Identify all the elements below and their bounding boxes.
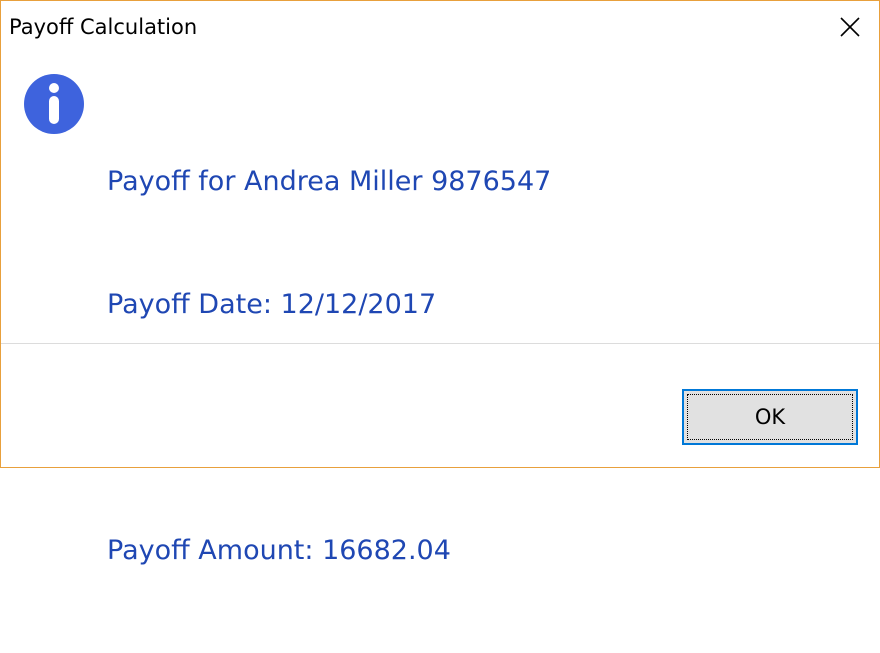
info-icon — [24, 74, 84, 134]
message-area: Payoff for Andrea Miller 9876547 Payoff … — [1, 55, 879, 566]
message-line-date: Payoff Date: 12/12/2017 — [107, 289, 437, 320]
close-icon — [840, 17, 860, 37]
message-line-customer: Payoff for Andrea Miller 9876547 — [107, 166, 552, 197]
window-title: Payoff Calculation — [9, 15, 198, 39]
close-button[interactable] — [821, 1, 879, 53]
dialog-window: Payoff Calculation Payoff for Andrea Mil… — [0, 0, 880, 566]
button-bar: OK — [1, 344, 879, 467]
ok-button[interactable]: OK — [682, 389, 858, 445]
title-bar[interactable]: Payoff Calculation — [1, 1, 879, 55]
message-line-amount: Payoff Amount: 16682.04 — [107, 535, 451, 566]
ok-button-label: OK — [754, 405, 786, 429]
